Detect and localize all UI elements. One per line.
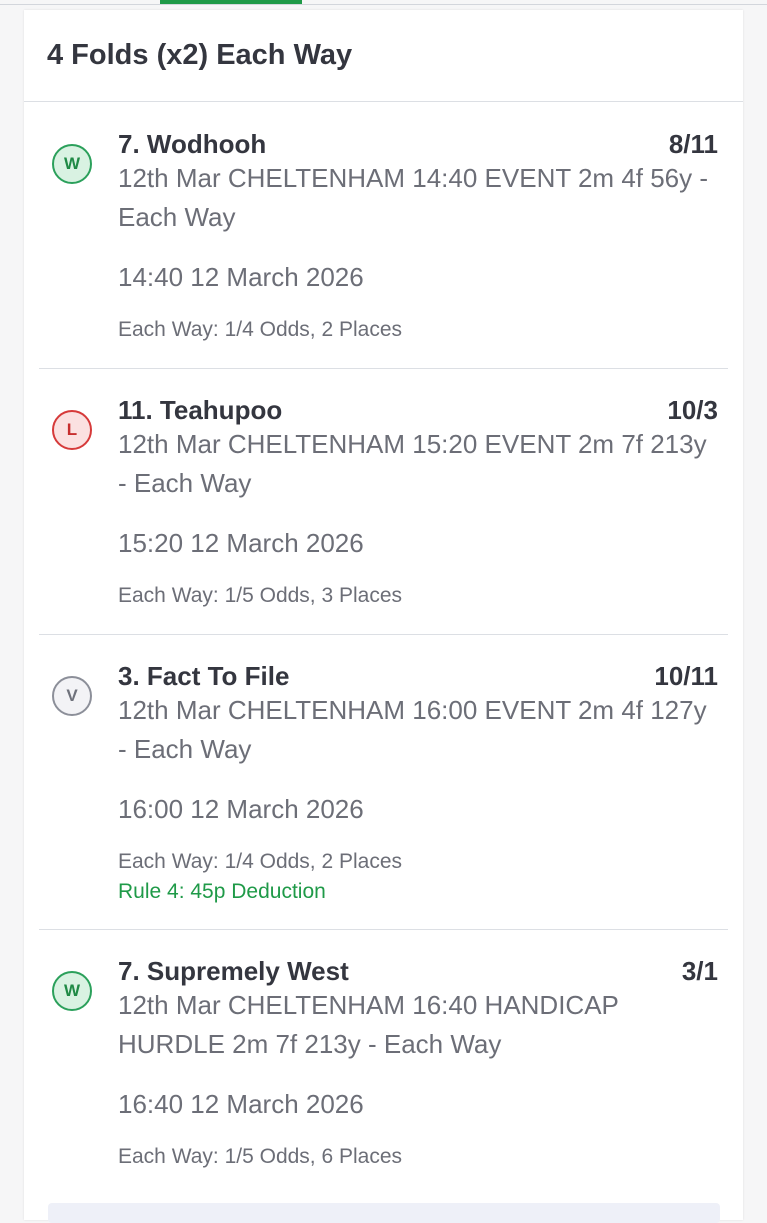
win-status-icon: W (52, 971, 92, 1011)
event-datetime: 16:40 12 March 2026 (118, 1089, 364, 1119)
event-datetime: 16:00 12 March 2026 (118, 794, 364, 824)
each-way-terms: Each Way: 1/5 Odds, 6 Places (118, 1145, 403, 1168)
selection-item: L 11. Teahupoo 10/3 12th Mar CHELTENHAM … (39, 369, 728, 635)
each-way-terms: Each Way: 1/4 Odds, 2 Places (118, 318, 403, 341)
runner-name: 7. Supremely West (118, 956, 349, 986)
event-datetime: 15:20 12 March 2026 (118, 528, 364, 558)
event-description: 12th Mar CHELTENHAM 16:00 EVENT 2m 4f 12… (118, 695, 707, 764)
runner-name: 3. Fact To File (118, 661, 290, 691)
bet-title: 4 Folds (x2) Each Way (47, 39, 353, 71)
event-description: 12th Mar CHELTENHAM 16:40 HANDICAP HURDL… (118, 990, 619, 1059)
lose-status-icon: L (52, 410, 92, 450)
selection-item: W 7. Wodhooh 8/11 12th Mar CHELTENHAM 14… (39, 102, 728, 369)
event-description: 12th Mar CHELTENHAM 15:20 EVENT 2m 7f 21… (118, 429, 707, 498)
selection-odds: 8/11 (668, 129, 718, 159)
active-tab-indicator (160, 0, 302, 4)
stake-summary-box (48, 1203, 720, 1223)
each-way-terms: Each Way: 1/4 Odds, 2 Places (118, 850, 403, 873)
selection-item: W 7. Supremely West 3/1 12th Mar CHELTEN… (39, 930, 728, 1200)
void-status-icon: V (52, 676, 92, 716)
rule4-deduction: Rule 4: 45p Deduction (118, 880, 326, 903)
selection-odds: 10/11 (654, 661, 718, 691)
win-status-icon: W (52, 144, 92, 184)
each-way-terms: Each Way: 1/5 Odds, 3 Places (118, 584, 403, 607)
event-description: 12th Mar CHELTENHAM 14:40 EVENT 2m 4f 56… (118, 163, 709, 232)
bet-card: 4 Folds (x2) Each Way W 7. Wodhooh 8/11 … (24, 10, 743, 1223)
runner-name: 7. Wodhooh (118, 129, 267, 159)
runner-name: 11. Teahupoo (118, 395, 283, 425)
selection-item: V 3. Fact To File 10/11 12th Mar CHELTEN… (39, 635, 728, 930)
bet-header: 4 Folds (x2) Each Way (24, 10, 743, 102)
selection-odds: 10/3 (667, 395, 718, 425)
top-divider (0, 4, 767, 5)
selection-odds: 3/1 (681, 956, 718, 986)
event-datetime: 14:40 12 March 2026 (118, 262, 364, 292)
